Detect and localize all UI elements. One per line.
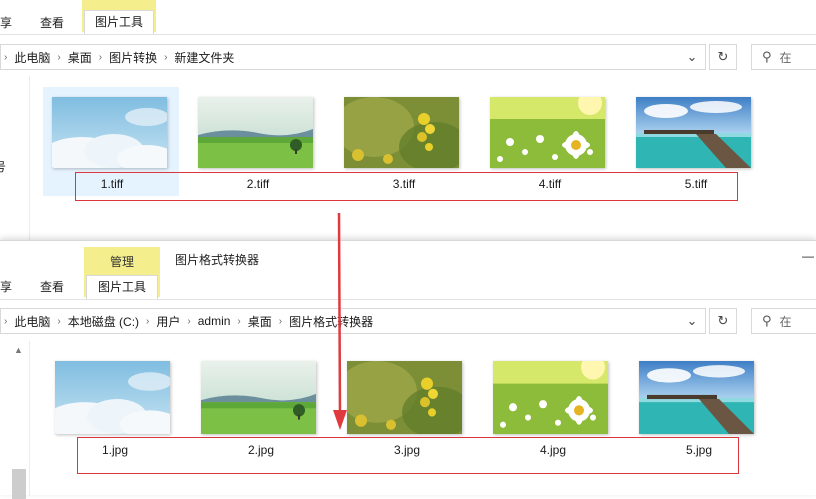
breadcrumb-item[interactable]: 桌面 bbox=[244, 313, 276, 330]
breadcrumb-item[interactable]: admin bbox=[194, 314, 235, 328]
file-thumbnail[interactable] bbox=[55, 361, 170, 434]
sky-clouds-image bbox=[52, 97, 167, 168]
refresh-icon: ↻ bbox=[717, 313, 729, 328]
explorer-window-top: 享 查看 图片工具 › 此电脑 › 桌面 › 图片转换 › 新建文件夹 ⌄ ↻ … bbox=[0, 0, 816, 240]
file-thumbnail[interactable] bbox=[347, 361, 462, 434]
annotation-box bbox=[75, 172, 738, 201]
refresh-icon: ↻ bbox=[717, 49, 729, 64]
tab-view[interactable]: 查看 bbox=[40, 275, 64, 299]
breadcrumb-separator-icon: › bbox=[164, 51, 168, 63]
tab-view[interactable]: 查看 bbox=[40, 11, 64, 35]
address-bar[interactable]: › 此电脑 › 桌面 › 图片转换 › 新建文件夹 bbox=[0, 44, 706, 70]
file-thumbnail[interactable] bbox=[344, 97, 459, 168]
context-group-label: 管理 bbox=[109, 255, 134, 269]
chevron-down-icon: ⌄ bbox=[686, 49, 698, 64]
breadcrumb-separator-icon: › bbox=[146, 315, 150, 327]
green-field-image bbox=[201, 361, 316, 434]
breadcrumb-item[interactable]: 本地磁盘 (C:) bbox=[64, 313, 143, 330]
breadcrumb-separator-icon: › bbox=[187, 315, 191, 327]
breadcrumb-item[interactable]: 此电脑 bbox=[10, 313, 54, 330]
search-placeholder: 在 bbox=[779, 314, 792, 329]
navigation-pane-label: 号 bbox=[0, 160, 7, 174]
tab-picture-tools[interactable]: 图片工具 bbox=[84, 10, 154, 34]
search-placeholder: 在 bbox=[779, 50, 792, 65]
file-thumbnail[interactable] bbox=[636, 97, 751, 168]
yellow-flowers-image bbox=[344, 97, 459, 168]
file-thumbnail[interactable] bbox=[639, 361, 754, 434]
breadcrumb-separator-icon: › bbox=[237, 315, 241, 327]
pier-sea-image bbox=[639, 361, 754, 434]
ribbon-divider bbox=[0, 34, 816, 35]
refresh-button[interactable]: ↻ bbox=[709, 308, 737, 334]
explorer-window-bottom: 管理 图片格式转换器 — 享 查看 图片工具 › 此电脑 › 本地磁盘 (C:)… bbox=[0, 240, 816, 499]
file-thumbnail[interactable] bbox=[490, 97, 605, 168]
daisy-meadow-image bbox=[493, 361, 608, 434]
breadcrumb-separator-icon: › bbox=[278, 315, 283, 327]
minimize-button[interactable]: — bbox=[802, 249, 814, 263]
breadcrumb-item[interactable]: 此电脑 bbox=[10, 49, 54, 66]
breadcrumb-separator-icon: › bbox=[57, 51, 61, 63]
tab-share[interactable]: 享 bbox=[0, 275, 12, 299]
sky-clouds-image bbox=[55, 361, 170, 434]
file-thumbnail[interactable] bbox=[493, 361, 608, 434]
yellow-flowers-image bbox=[347, 361, 462, 434]
breadcrumb-separator-icon: › bbox=[4, 51, 8, 63]
breadcrumb-item[interactable]: 新建文件夹 bbox=[170, 49, 238, 66]
search-input[interactable]: ⚲ 在 bbox=[751, 44, 816, 70]
search-icon: ⚲ bbox=[762, 49, 772, 64]
annotation-arrow-icon bbox=[333, 212, 347, 430]
breadcrumb-separator-icon: › bbox=[4, 315, 8, 327]
chevron-down-icon: ⌄ bbox=[686, 313, 698, 328]
search-input[interactable]: ⚲ 在 bbox=[751, 308, 816, 334]
breadcrumb-item[interactable]: 图片转换 bbox=[105, 49, 161, 66]
tab-share[interactable]: 享 bbox=[0, 11, 12, 35]
pier-sea-image bbox=[636, 97, 751, 168]
tab-picture-tools[interactable]: 图片工具 bbox=[86, 275, 158, 299]
address-dropdown-button[interactable]: ⌄ bbox=[678, 44, 706, 70]
window-title: 图片格式转换器 bbox=[175, 253, 260, 267]
green-field-image bbox=[198, 97, 313, 168]
ribbon-divider bbox=[0, 299, 816, 300]
daisy-meadow-image bbox=[490, 97, 605, 168]
search-icon: ⚲ bbox=[762, 313, 772, 328]
navigation-pane[interactable]: 号 bbox=[0, 76, 30, 240]
scroll-up-icon[interactable]: ▲ bbox=[14, 345, 23, 355]
breadcrumb-item[interactable]: 用户 bbox=[152, 313, 184, 330]
annotation-box bbox=[77, 437, 739, 474]
refresh-button[interactable]: ↻ bbox=[709, 44, 737, 70]
file-thumbnail[interactable] bbox=[198, 97, 313, 168]
breadcrumb-separator-icon: › bbox=[98, 51, 103, 63]
breadcrumb-item[interactable]: 桌面 bbox=[64, 49, 96, 66]
file-thumbnail[interactable] bbox=[201, 361, 316, 434]
address-dropdown-button[interactable]: ⌄ bbox=[678, 308, 706, 334]
breadcrumb-separator-icon: › bbox=[57, 315, 61, 327]
file-thumbnail[interactable] bbox=[52, 97, 167, 168]
navigation-pane[interactable]: ▲ bbox=[0, 341, 30, 499]
